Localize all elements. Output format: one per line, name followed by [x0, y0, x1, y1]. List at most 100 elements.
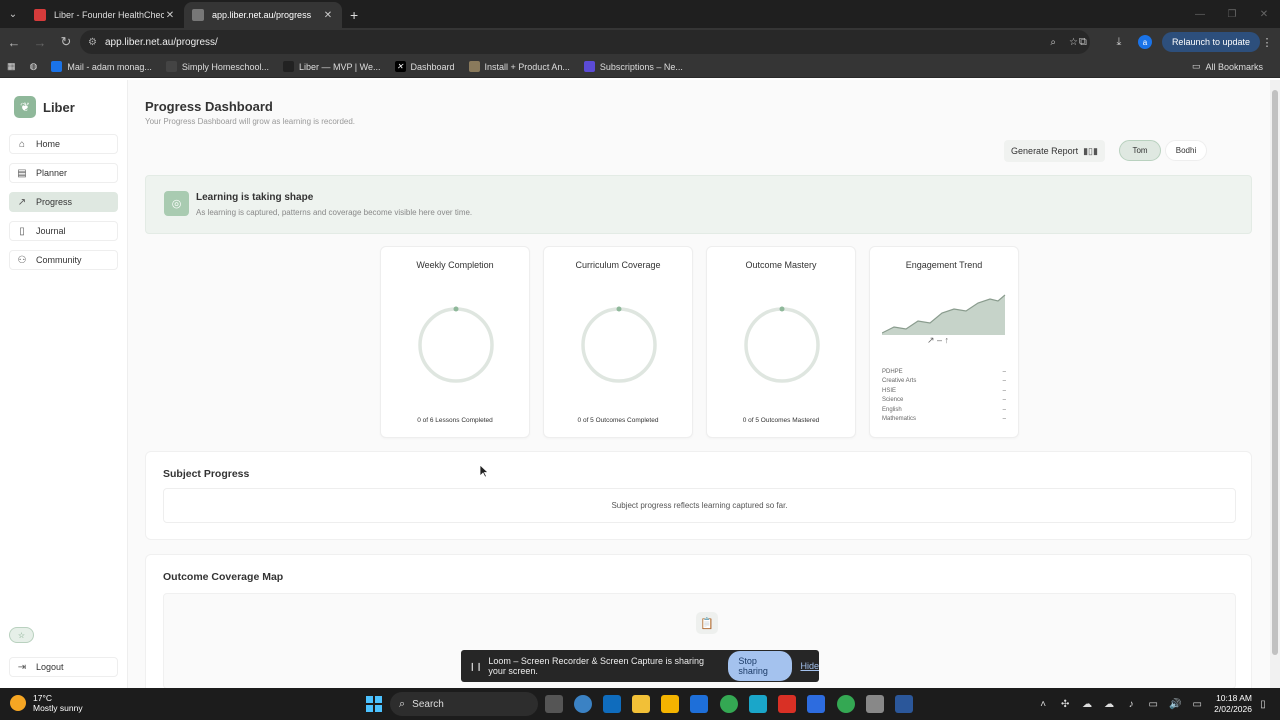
child-tab-bodhi[interactable]: Bodhi	[1165, 140, 1207, 161]
globe-icon[interactable]: ◍	[23, 61, 45, 72]
hide-link[interactable]: Hide	[800, 661, 819, 671]
screen-sharing-bar: ❙❙ Loom – Screen Recorder & Screen Captu…	[461, 650, 819, 682]
page-subtitle: Your Progress Dashboard will grow as lea…	[145, 117, 356, 126]
download-icon[interactable]: ⤓	[1106, 36, 1132, 49]
browser-tab[interactable]: Liber - Founder HealthCheck - Bulk Data …	[26, 2, 184, 28]
trello-icon[interactable]	[690, 695, 708, 713]
back-icon[interactable]: ←	[2, 30, 26, 54]
word-icon[interactable]	[895, 695, 913, 713]
bookmark-item[interactable]: Mail - adam monag...	[44, 61, 159, 72]
progress-ring	[744, 306, 820, 383]
calendar-icon: ▤	[17, 167, 27, 179]
bar-chart-icon: ▮▯▮	[1083, 145, 1098, 156]
card-title: Weekly Completion	[416, 260, 494, 270]
brand[interactable]: ❦ Liber	[14, 96, 75, 118]
sidebar-item-planner[interactable]: ▤ Planner	[9, 163, 118, 183]
clock[interactable]: 10:18 AM 2/02/2026	[1214, 693, 1252, 715]
extensions-icon[interactable]: ⧉	[1070, 36, 1096, 49]
list-item: Mathematics –	[882, 415, 1006, 422]
generate-report-button[interactable]: Generate Report ▮▯▮	[1004, 140, 1105, 162]
close-window-icon[interactable]: ✕	[1248, 0, 1280, 28]
address-bar[interactable]: ⚙ app.liber.net.au/progress/ ⌕ ☆	[80, 30, 1090, 54]
browser-tab-bar: ⌄ Liber - Founder HealthCheck - Bulk Dat…	[0, 0, 1280, 28]
minimize-icon[interactable]: —	[1184, 0, 1216, 28]
edge-icon[interactable]	[749, 695, 767, 713]
sidebar-item-home[interactable]: ⌂ Home	[9, 134, 118, 154]
profile-avatar[interactable]: a	[1137, 35, 1152, 49]
taskbar-search[interactable]: ⌕ Search	[390, 692, 538, 716]
task-view-icon[interactable]	[545, 695, 563, 713]
bookmark-item[interactable]: Simply Homeschool...	[159, 61, 276, 72]
section-title: Subject Progress	[163, 468, 250, 480]
card-title: Engagement Trend	[905, 260, 983, 270]
maximize-icon[interactable]: ❐	[1216, 0, 1248, 28]
star-badge-icon[interactable]: ☆	[9, 627, 34, 643]
subject-progress-section: Subject Progress Subject progress reflec…	[145, 451, 1252, 540]
weather-widget[interactable]: 17°C Mostly sunny	[10, 693, 83, 713]
forward-icon[interactable]: →	[28, 30, 52, 54]
site-info-icon[interactable]: ⚙	[88, 37, 97, 48]
apps-grid-icon[interactable]: ▦	[0, 61, 23, 72]
display-icon[interactable]: ▭	[1142, 699, 1164, 710]
subject-list: PDHPE – Creative Arts – HSIE – Science – Eng…	[882, 369, 1006, 425]
sidebar-item-journal[interactable]: ▯ Journal	[9, 221, 118, 241]
app-viewport: ❦ Liber ⌂ Home ▤ Planner ↗ Progress ▯ Journa…	[0, 80, 1270, 689]
zoom-app-icon[interactable]	[807, 695, 825, 713]
close-tab-icon[interactable]: ✕	[164, 10, 176, 21]
chevron-up-icon[interactable]: ˄	[1032, 699, 1054, 710]
tray-app-icon[interactable]: ✣	[1054, 699, 1076, 710]
logout-button[interactable]: ⇥ Logout	[9, 657, 118, 677]
relaunch-button[interactable]: Relaunch to update	[1161, 32, 1260, 52]
bookmarks-bar: ▦ ◍ Mail - adam monag... Simply Homescho…	[0, 56, 1280, 78]
bookmark-item[interactable]: Install + Product An...	[462, 61, 577, 72]
settings-icon[interactable]	[866, 695, 884, 713]
chrome-profile-icon[interactable]	[837, 695, 855, 713]
microphone-icon[interactable]: ♪	[1120, 699, 1142, 710]
file-explorer-icon[interactable]	[661, 695, 679, 713]
bookmark-item[interactable]: Liber — MVP | We...	[276, 61, 388, 72]
scrollbar-thumb[interactable]	[1272, 90, 1278, 655]
onedrive-icon[interactable]: ☁	[1098, 699, 1120, 710]
page-scrollbar[interactable]	[1270, 80, 1280, 688]
bookmark-item[interactable]: Subscriptions – Ne...	[577, 61, 690, 72]
child-tab-tom[interactable]: Tom	[1119, 140, 1161, 161]
volume-icon[interactable]: 🔊	[1164, 699, 1186, 710]
trend-legend: ↗ – ↑	[927, 335, 950, 345]
sidebar-item-label: Progress	[36, 197, 73, 207]
weather-sun-icon	[10, 695, 26, 711]
outlook-icon[interactable]	[603, 695, 621, 713]
menu-kebab-icon[interactable]: ⋮	[1260, 36, 1274, 49]
zoom-icon[interactable]: ⌕	[1050, 37, 1056, 48]
all-bookmarks-button[interactable]: ▭ All Bookmarks	[1185, 61, 1270, 72]
bookmark-item[interactable]: ✕ Dashboard	[388, 61, 462, 72]
acrobat-icon[interactable]	[778, 695, 796, 713]
tab-search-chevron-icon[interactable]: ⌄	[0, 0, 26, 28]
store-icon[interactable]	[632, 695, 650, 713]
folder-icon: ▭	[1191, 61, 1201, 71]
copilot-icon[interactable]	[574, 695, 592, 713]
close-tab-icon[interactable]: ✕	[322, 10, 334, 21]
card-footer: 0 of 6 Lessons Completed	[417, 417, 493, 424]
banner-subtitle: As learning is captured, patterns and co…	[196, 208, 473, 217]
engagement-sparkline	[882, 294, 1006, 335]
reload-icon[interactable]: ↻	[54, 30, 78, 54]
card-footer: 0 of 5 Outcomes Mastered	[742, 417, 820, 424]
chrome-icon[interactable]	[720, 695, 738, 713]
battery-icon[interactable]: ▭	[1186, 699, 1208, 710]
notification-icon[interactable]: ▯	[1256, 699, 1270, 710]
clipboard-icon: 📋	[696, 612, 718, 634]
sidebar-item-progress[interactable]: ↗ Progress	[9, 192, 118, 212]
windows-start-icon[interactable]	[366, 696, 382, 712]
card-title: Curriculum Coverage	[575, 260, 661, 270]
drag-handle-icon[interactable]: ❙❙	[469, 662, 482, 671]
browser-tab-active[interactable]: app.liber.net.au/progress ✕	[184, 2, 342, 28]
target-icon: ◎	[164, 191, 189, 216]
sidebar-item-community[interactable]: ⚇ Community	[9, 250, 118, 270]
card-footer: 0 of 5 Outcomes Completed	[577, 417, 659, 424]
leaf-logo-icon: ❦	[14, 96, 36, 118]
list-item: English –	[882, 406, 1006, 413]
stop-sharing-button[interactable]: Stop sharing	[728, 651, 793, 681]
new-tab-icon[interactable]: +	[342, 2, 366, 28]
subject-progress-message: Subject progress reflects learning captu…	[163, 488, 1236, 523]
cloud-icon[interactable]: ☁	[1076, 699, 1098, 710]
